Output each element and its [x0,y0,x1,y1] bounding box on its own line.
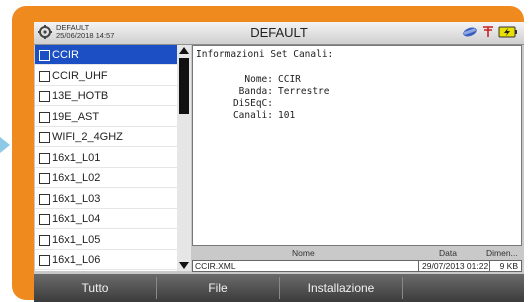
file-row[interactable]: CCIR.XML 29/07/2013 01:22 9 KB [192,260,522,272]
info-value: Terrestre [278,86,330,97]
antenna-icon [482,25,494,43]
install-button[interactable]: Installazione [280,274,402,302]
list-item-label: 16x1_L06 [52,254,101,266]
column-divider [418,261,419,271]
list-item-label: 13E_HOTB [52,90,109,102]
list-item-label: WIFI_2_4GHZ [52,131,123,143]
list-item[interactable]: 19E_AST [35,107,177,127]
list-item[interactable]: 16x1_L02 [35,168,177,188]
select-all-button[interactable]: Tutto [34,274,156,302]
list-item-label: 16x1_L02 [52,172,101,184]
info-field-diseqc: DiSEqC: [203,98,513,110]
scrollbar-thumb[interactable] [179,58,189,114]
list-item[interactable]: 16x1_L05 [35,230,177,250]
empty-softkey[interactable] [403,274,524,302]
info-title: Informazioni Set Canali: [196,49,334,60]
list-item-label: 16x1_L05 [52,233,101,246]
list-item-label: 16x1_L04 [52,213,101,225]
status-icons [462,25,518,43]
list-item[interactable]: 16x1_L04 [35,209,177,229]
checkbox[interactable] [39,255,50,266]
list-item[interactable]: 16x1_L01 [35,148,177,168]
info-key: DiSEqC: [232,98,273,109]
list-item[interactable]: 16x1_L03 [35,189,177,209]
checkbox[interactable] [39,214,50,225]
scroll-down-arrow-icon[interactable] [179,262,189,269]
info-key: Canali: [232,110,273,121]
checkbox[interactable] [39,234,50,246]
file-size: 9 KB [499,261,518,271]
info-field-channels: Canali: 101 [203,110,513,122]
file-date: 29/07/2013 01:22 [422,261,489,271]
file-name: CCIR.XML [195,261,236,271]
list-item-label: CCIR_UHF [52,69,108,82]
channel-set-list[interactable]: CCIR CCIR_UHF 13E_HOTB 19E_AST WIFI_2_4G… [35,45,177,271]
column-header-date[interactable]: Data [439,248,457,259]
checkbox[interactable] [39,152,50,164]
channel-set-info-panel: Informazioni Set Canali: Nome: CCIR Band… [192,45,522,246]
info-value: CCIR [278,74,301,85]
checkbox[interactable] [39,91,50,102]
scroll-up-arrow-icon[interactable] [179,47,189,54]
lnb-icon [462,25,478,43]
checkbox[interactable] [39,70,50,82]
checkbox[interactable] [39,132,50,143]
column-divider [489,261,490,271]
list-item-label: CCIR [52,49,79,61]
device-frame: DEFAULT 25/06/2018 14:57 DEFAULT CCIR CC… [12,6,524,302]
list-item[interactable]: 13E_HOTB [35,86,177,106]
list-item[interactable]: 16x1_L06 [35,250,177,270]
checkbox[interactable] [39,173,50,184]
info-field-name: Nome: CCIR [203,74,513,86]
column-header-size[interactable]: Dimen... [486,248,518,259]
list-item-label: 19E_AST [52,110,100,123]
checkbox[interactable] [39,193,50,205]
column-header-name[interactable]: Nome [292,248,315,259]
file-button[interactable]: File [157,274,279,302]
list-item[interactable]: CCIR [35,45,177,65]
info-key: Banda: [238,86,273,97]
screen-title: DEFAULT [250,25,308,40]
list-item[interactable]: CCIR_UHF [35,66,177,86]
info-key: Nome: [244,74,273,85]
info-field-band: Banda: Terrestre [203,86,513,98]
list-item[interactable]: WIFI_2_4GHZ [35,127,177,147]
softkey-bar: Tutto File Installazione [34,274,524,302]
battery-charging-icon [498,25,518,43]
screen: DEFAULT 25/06/2018 14:57 DEFAULT CCIR CC… [34,22,524,302]
side-pointer-arrow [0,137,10,153]
list-item-label: 16x1_L03 [52,192,101,205]
top-bar: DEFAULT 25/06/2018 14:57 DEFAULT [34,22,524,45]
info-value: 101 [278,110,296,121]
checkbox[interactable] [39,111,50,123]
list-item-label: 16x1_L01 [52,151,101,164]
list-scrollbar[interactable] [177,45,191,271]
checkbox[interactable] [39,50,50,61]
